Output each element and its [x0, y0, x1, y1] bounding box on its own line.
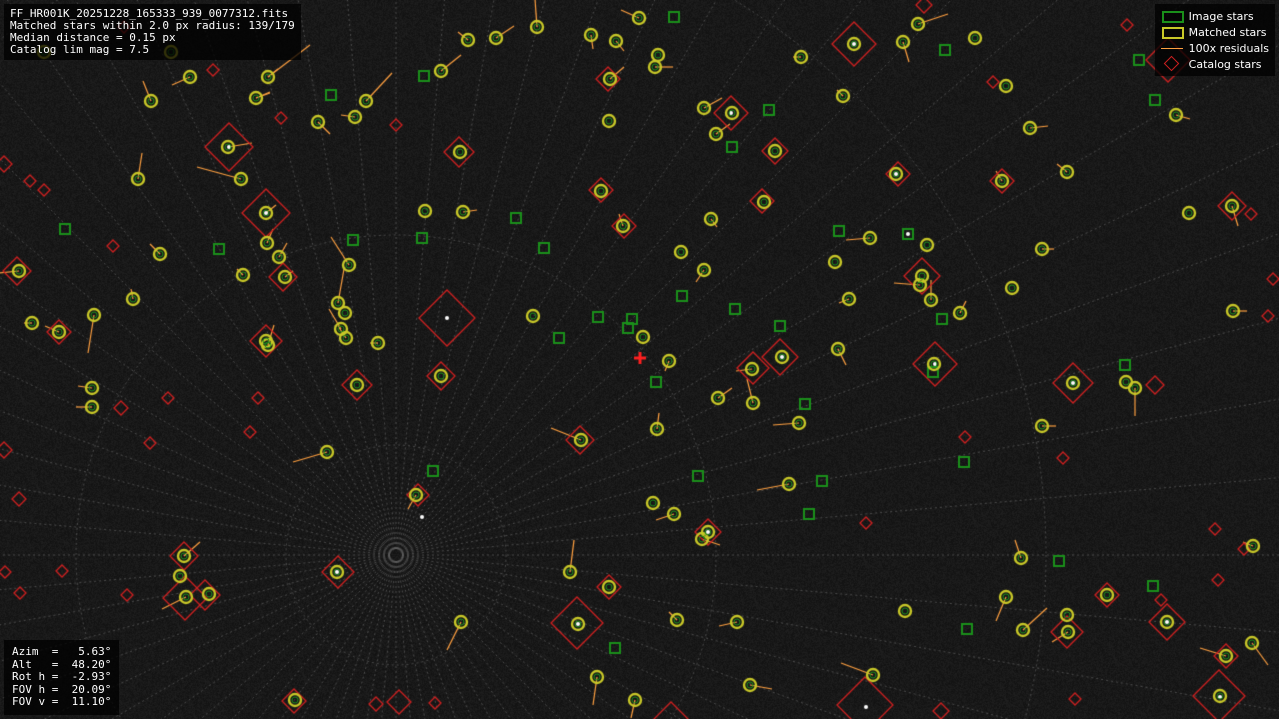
- legend-residuals-label: 100x residuals: [1188, 41, 1269, 55]
- legend-image-stars-label: Image stars: [1188, 9, 1254, 23]
- red-diamond-icon: [1159, 55, 1185, 72]
- orange-line-icon: [1159, 41, 1185, 55]
- pointing-info-box: Azim = 5.63° Alt = 48.20° Rot h = -2.93° FO…: [4, 640, 120, 715]
- legend-catalog-stars-label: Catalog stars: [1188, 57, 1262, 71]
- rotation-text: Rot h = -2.93°: [12, 670, 112, 684]
- legend-residuals: 100x residuals: [1159, 40, 1269, 56]
- catalog-limit-text: Catalog lim mag = 7.5: [10, 43, 150, 56]
- legend-image-stars: Image stars: [1159, 8, 1269, 24]
- azimuth-text: Azim = 5.63°: [12, 645, 112, 659]
- legend-matched-stars-label: Matched stars: [1188, 25, 1267, 39]
- yellow-circle-icon: [1159, 25, 1185, 39]
- legend: Image stars Matched stars 100x residuals…: [1154, 4, 1275, 76]
- fit-info-box: FF_HR001K_20251228_165333_939_0077312.fi…: [4, 4, 301, 60]
- green-square-icon: [1159, 9, 1185, 23]
- legend-matched-stars: Matched stars: [1159, 24, 1269, 40]
- star-field-canvas[interactable]: [0, 0, 1279, 719]
- legend-catalog-stars: Catalog stars: [1159, 55, 1269, 72]
- fov-v-text: FOV v = 11.10°: [12, 695, 112, 709]
